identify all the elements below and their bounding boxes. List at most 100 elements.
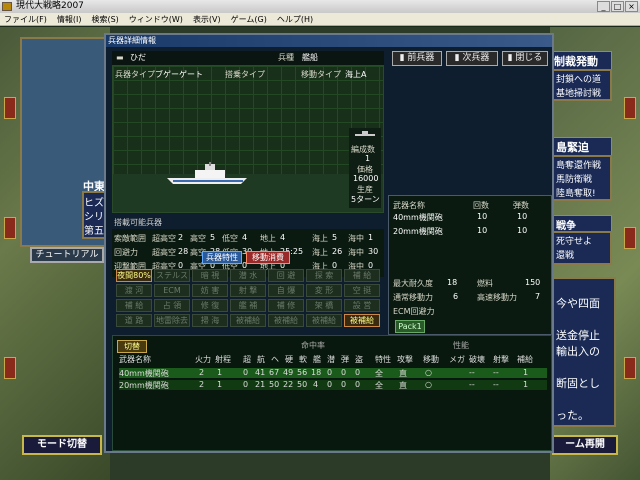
trait-chip: ECM	[154, 284, 190, 297]
minimize-button[interactable]: _	[597, 1, 610, 12]
close-window-button[interactable]: ×	[625, 1, 638, 12]
trait-chip: 射 撃	[230, 284, 266, 297]
stat-key: 超高空	[152, 248, 176, 257]
dr: 0	[355, 380, 361, 389]
type-value: 艦船	[302, 53, 318, 62]
left-label-4: 第五	[84, 226, 104, 237]
trait-chip: 探 索	[306, 269, 342, 282]
move-type-value: 海上A	[345, 70, 367, 79]
dh: 射程	[215, 355, 231, 364]
trait-chip: 自 爆	[268, 284, 304, 297]
dh: 超	[243, 355, 251, 364]
dr: 0	[355, 368, 361, 377]
dh: 破壊	[469, 355, 485, 364]
tab-move-cost[interactable]: 移動消費	[246, 251, 290, 264]
weapon-type-value: ブゲーゲート	[155, 70, 203, 79]
dr: 1	[523, 368, 529, 377]
menu-game[interactable]: ゲーム(G)	[231, 13, 267, 25]
menu-search[interactable]: 検索(S)	[91, 13, 118, 25]
board-type-label: 搭乗タイプ	[225, 70, 265, 79]
dh: ヘ	[271, 355, 279, 364]
weapon-detail-dialog: 兵器詳細情報 ▬ ひだ 兵種 艦船 ▮ 前兵器 ▮ 次兵器 ▮ 閉じる 兵器タイ…	[104, 33, 554, 453]
resume-button[interactable]: ーム再開	[552, 435, 618, 455]
type-label: 兵種	[278, 53, 294, 62]
flag-6	[624, 357, 636, 379]
trait-chip: 修 復	[192, 299, 228, 312]
ship-view: 兵器タイプ ブゲーゲート 搭乗タイプ 移動タイプ 海上A 編成数 1 価格 16…	[112, 65, 384, 213]
detail-header-row: 武器名称 火力 射程 超 航 ヘ 硬 軟 艦 潜 弾 盗 特性 攻撃 移動 メガ…	[113, 354, 553, 364]
stat-value: 28	[178, 247, 189, 256]
dh: メガ	[449, 355, 465, 364]
perf-label: 性能	[453, 341, 469, 350]
dr: 50	[269, 380, 280, 389]
ws-header-count: 回数	[473, 201, 489, 210]
menu-view[interactable]: 表示(V)	[193, 13, 221, 25]
dh: 射撃	[493, 355, 509, 364]
trait-chip: 被補給	[268, 314, 304, 327]
ws-row-count: 10	[477, 226, 488, 235]
pack-button[interactable]: Pack1	[395, 320, 425, 333]
dh-name: 武器名称	[119, 355, 151, 364]
durability-value: 18	[447, 278, 458, 287]
dh: 火力	[195, 355, 211, 364]
dr: ○	[425, 380, 432, 389]
detail-row-1[interactable]: 20mm機関砲 2 1 0 21 50 22 50 4 0 0 0 全 直 ○ …	[119, 380, 547, 390]
next-label: 次兵器	[462, 53, 490, 63]
ship-image	[167, 162, 247, 184]
menu-window[interactable]: ウィンドウ(W)	[129, 13, 183, 25]
close-dialog-button[interactable]: ▮ 閉じる	[502, 51, 548, 66]
tab-spec[interactable]: 兵器特性	[202, 251, 242, 264]
weapon-type-label: 兵器タイプ	[115, 70, 155, 79]
right-item-1[interactable]: 封鎖への道	[556, 72, 601, 85]
right-item-2[interactable]: 基地掃討戦	[556, 86, 601, 99]
trait-chip: 変 形	[306, 284, 342, 297]
prev-weapon-button[interactable]: ▮ 前兵器	[392, 51, 442, 66]
formation-value: 1	[365, 154, 371, 163]
dr: 56	[297, 368, 308, 377]
maximize-button[interactable]: □	[611, 1, 624, 12]
toggle-button[interactable]: 切替	[117, 340, 147, 353]
stat-key: 海上	[312, 234, 328, 243]
right-text-1: 今や四面	[556, 297, 600, 310]
right-list-3[interactable]: 陸島奪取!	[556, 186, 596, 199]
production-value: 5ターン	[351, 195, 380, 204]
dh: 盗	[355, 355, 363, 364]
move-type-label: 移動タイプ	[301, 70, 341, 79]
accuracy-label: 命中率	[301, 341, 325, 350]
weapon-summary: 武器名称 回数 弾数 40mm機関砲 10 10 20mm機関砲 10 10 最…	[388, 195, 552, 335]
prev-label: 前兵器	[407, 53, 435, 63]
fuel-label: 燃料	[477, 279, 493, 288]
detail-row-0[interactable]: 40mm機関砲 2 1 0 41 67 49 56 18 0 0 0 全 直 ○…	[119, 368, 547, 378]
menu-info[interactable]: 情報(I)	[57, 13, 82, 25]
menu-help[interactable]: ヘルプ(H)	[277, 13, 313, 25]
tutorial-button[interactable]: チュートリアル	[30, 247, 104, 263]
ws-row-name: 40mm機関砲	[393, 213, 443, 222]
price-value: 16000	[353, 174, 379, 183]
stat-value: 4	[242, 233, 248, 242]
trait-chip: 地雷除去	[154, 314, 190, 327]
right-list2-1[interactable]: 死守せよ	[556, 234, 592, 247]
next-weapon-button[interactable]: ▮ 次兵器	[446, 51, 498, 66]
trait-chip: 被補給	[306, 314, 342, 327]
dr: 1	[217, 380, 223, 389]
weapon-detail-table: 切替 命中率 性能 武器名称 火力 射程 超 航 ヘ 硬 軟 艦 潜 弾 盗 特…	[112, 335, 552, 451]
dh: 補給	[517, 355, 533, 364]
menubar: ファイル(F) 情報(I) 検索(S) ウィンドウ(W) 表示(V) ゲーム(G…	[0, 13, 640, 26]
mode-switch-button[interactable]: モード切替	[22, 435, 102, 455]
dr: 4	[313, 380, 319, 389]
trait-chip: 暗 視	[192, 269, 228, 282]
right-list-2[interactable]: 馬防衛戦	[556, 172, 592, 185]
unit-header: ▬ ひだ 兵種 艦船	[112, 51, 384, 65]
right-list2-2[interactable]: 還戦	[556, 248, 574, 261]
stat-key: 海上	[312, 248, 328, 257]
formation-label: 編成数	[351, 145, 375, 154]
menu-file[interactable]: ファイル(F)	[4, 13, 47, 25]
dh: 弾	[341, 355, 349, 364]
right-list-1[interactable]: 島奪還作戦	[556, 158, 601, 171]
trait-chip: ステルス	[154, 269, 190, 282]
ws-header-ammo: 弾数	[513, 201, 529, 210]
stat-value: 5	[210, 233, 216, 242]
stat-key: 地上	[260, 234, 276, 243]
dr: 2	[199, 368, 205, 377]
app-icon	[2, 2, 12, 11]
